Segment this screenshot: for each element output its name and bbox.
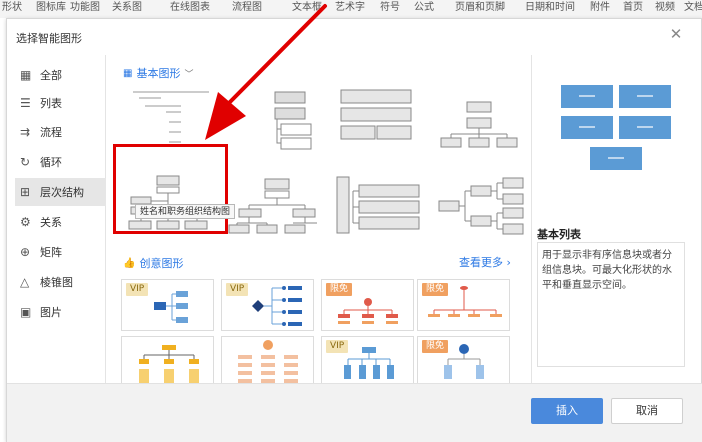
dialog-title: 选择智能图形 [16,32,82,45]
card-thumbnail [154,291,188,323]
sidebar-item-label: 关系 [40,216,62,229]
card-thumbnail [344,347,394,379]
chevron-down-icon: ﹀ [184,69,194,80]
creative-template-card[interactable]: 限免 [321,279,414,331]
template-horizontal-labeled-hierarchy[interactable] [333,171,423,239]
thumbs-up-icon: 👍 [123,257,136,269]
template-horizontal-hierarchy[interactable] [437,171,527,239]
ribbon-item[interactable]: 首页 [623,0,643,13]
basic-shapes-header[interactable]: ▦ 基本图形 ﹀ [123,65,193,81]
creative-template-card[interactable]: VIP [121,279,214,331]
insert-button[interactable]: 插入 [531,398,603,424]
sidebar-item-label: 流程 [40,126,62,139]
preview-title: 基本列表 [537,228,581,241]
sidebar-item-relation[interactable]: ⚙ 关系 [15,208,106,236]
cycle-icon: ↻ [20,155,31,169]
card-thumbnail [238,340,298,383]
sidebar-item-label: 列表 [40,97,62,110]
sidebar-item-all[interactable]: ▦ 全部 [15,61,106,89]
ribbon-item[interactable]: 关系图 [112,0,142,13]
ribbon-item[interactable]: 日期和时间 [525,0,575,13]
creative-shapes-header: 👍 创意图形 [123,255,183,271]
ribbon-item[interactable]: 艺术字 [335,0,365,13]
template-org-chart-1[interactable] [437,86,527,154]
sidebar-item-label: 层次结构 [40,186,84,199]
close-icon[interactable]: ✕ [667,25,685,43]
ribbon-strip: 形状 图标库 功能图 关系图 在线图表 流程图 文本框 艺术字 符号 公式 页眉… [0,0,702,18]
section-title: 基本图形 [136,67,181,80]
sidebar-item-pyramid[interactable]: △ 棱锥图 [15,268,106,296]
cancel-button[interactable]: 取消 [611,398,683,424]
ribbon-item[interactable]: 形状 [2,0,22,13]
ribbon-item[interactable]: 视频 [655,0,675,13]
section-title: 创意图形 [139,257,184,270]
sidebar-item-matrix[interactable]: ⊕ 矩阵 [15,238,106,266]
sidebar-item-picture[interactable]: ▣ 图片 [15,298,106,326]
creative-template-card[interactable]: 限免 [417,279,510,331]
card-thumbnail [428,286,502,317]
highlight-box [113,144,228,234]
see-more-link[interactable]: 查看更多 › [459,254,511,270]
sidebar-item-cycle[interactable]: ↻ 循环 [15,148,106,176]
smart-art-dialog: 选择智能图形 ✕ ▦ 全部 ☰ 列表 ⇉ 流程 ↻ 循环 ⊞ 层次结构 ⚙ 关系… [6,18,702,442]
preview-description: 用于显示非有序信息块或者分组信息块。可最大化形状的水平和垂直显示空间。 [537,242,685,367]
relation-icon: ⚙ [20,215,31,229]
sidebar-item-label: 棱锥图 [40,276,73,289]
template-tree-list[interactable] [227,86,317,154]
ribbon-item[interactable]: 功能图 [70,0,100,13]
process-icon: ⇉ [20,125,31,139]
template-org-chart-2[interactable] [227,171,317,239]
ribbon-item[interactable]: 附件 [590,0,610,13]
sidebar-item-list[interactable]: ☰ 列表 [15,89,106,117]
grid-small-icon: ▦ [123,67,133,79]
category-sidebar: ▦ 全部 ☰ 列表 ⇉ 流程 ↻ 循环 ⊞ 层次结构 ⚙ 关系 ⊕ 矩阵 △ 棱 [7,55,106,401]
preview-image [561,85,671,170]
ribbon-item[interactable]: 流程图 [232,0,262,13]
sidebar-item-hierarchy[interactable]: ⊞ 层次结构 [15,178,106,206]
card-thumbnail [338,298,398,324]
sidebar-item-label: 循环 [40,156,62,169]
creative-template-card[interactable]: VIP [321,336,414,388]
ribbon-item[interactable]: 文本框 [292,0,322,13]
ribbon-item[interactable]: 图标库 [36,0,66,13]
pyramid-icon: △ [20,275,30,289]
sidebar-item-process[interactable]: ⇉ 流程 [15,118,106,146]
template-stacked-list[interactable] [333,86,423,154]
ribbon-item[interactable]: 页眉和页脚 [455,0,505,13]
picture-icon: ▣ [20,305,32,319]
creative-template-card[interactable]: VIP [221,279,314,331]
template-tooltip: 姓名和职务组织结构图 [135,204,236,219]
creative-template-card[interactable] [221,336,314,388]
card-thumbnail [252,286,302,326]
ribbon-item[interactable]: 符号 [380,0,400,13]
card-thumbnail [139,345,199,383]
sidebar-item-label: 矩阵 [40,246,62,259]
creative-template-card[interactable] [121,336,214,388]
card-thumbnail [444,344,484,379]
ribbon-item[interactable]: 文档 [684,0,702,13]
matrix-icon: ⊕ [20,245,31,259]
hierarchy-icon: ⊞ [20,185,31,199]
ribbon-item[interactable]: 在线图表 [170,0,210,13]
sidebar-item-label: 全部 [40,69,62,82]
grid-icon: ▦ [20,68,32,82]
ribbon-item[interactable]: 公式 [414,0,434,13]
list-icon: ☰ [20,96,31,110]
sidebar-item-label: 图片 [40,306,62,319]
dialog-footer: 插入 取消 [7,383,702,442]
creative-template-card[interactable]: 限免 [417,336,510,388]
preview-pane: 基本列表 用于显示非有序信息块或者分组信息块。可最大化形状的水平和垂直显示空间。 [531,55,685,401]
